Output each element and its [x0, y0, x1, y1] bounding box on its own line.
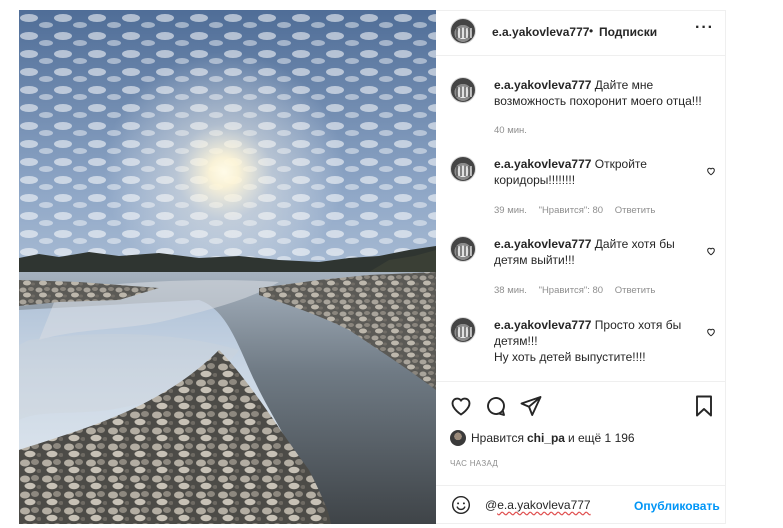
comment-username[interactable]: e.a.yakovleva777: [494, 237, 591, 251]
comment-text: e.a.yakovleva777 Просто хотя бы детям!!!…: [494, 317, 708, 365]
comment-body: Дайте мне: [594, 78, 654, 92]
comment-text: e.a.yakovleva777 Дайте хотя бы детям вый…: [494, 236, 708, 268]
comment-meta: 39 мин. "Нравится": 80 Ответить: [494, 205, 664, 216]
header-separator: •: [589, 24, 594, 38]
comment-input[interactable]: @e.a.yakovleva777: [485, 498, 591, 512]
avatar[interactable]: [450, 236, 476, 262]
comment-body: Ну хоть детей выпустите!!!!: [494, 350, 646, 364]
comment-time[interactable]: 40 мин.: [494, 125, 527, 136]
comment-body: Откройте: [594, 157, 647, 171]
comment-body: коридоры!!!!!!!!: [494, 173, 576, 187]
likes-count[interactable]: и ещё 1 196: [568, 431, 635, 445]
heart-icon[interactable]: [706, 327, 716, 337]
comment-body: Просто хотя бы: [594, 318, 682, 332]
more-icon[interactable]: ···: [695, 19, 714, 37]
avatar[interactable]: [450, 77, 476, 103]
comment-username[interactable]: e.a.yakovleva777: [494, 318, 591, 332]
heart-icon[interactable]: [449, 394, 473, 418]
comment-likes[interactable]: "Нравится": 80: [539, 205, 604, 216]
comment-body: возможность похоронит моего отца!!!: [494, 94, 702, 108]
likes-summary[interactable]: Нравится chi_pa и ещё 1 196: [450, 430, 635, 446]
following-button[interactable]: Подписки: [599, 25, 657, 39]
comment-username[interactable]: e.a.yakovleva777: [494, 157, 591, 171]
post-sidebar: e.a.yakovleva777 • Подписки ··· e.a.yako…: [436, 10, 726, 524]
post-comment-button[interactable]: Опубликовать: [634, 499, 720, 513]
comment-meta: 38 мин. "Нравится": 80 Ответить: [494, 285, 664, 296]
bookmark-icon[interactable]: [693, 394, 715, 418]
avatar: [450, 430, 466, 446]
avatar[interactable]: [450, 18, 476, 44]
divider: [436, 55, 725, 56]
comment-text: e.a.yakovleva777 Откройте коридоры!!!!!!…: [494, 156, 708, 188]
comment-text: e.a.yakovleva777 Дайте мне возможность п…: [494, 77, 708, 109]
action-bar: [436, 394, 725, 418]
comment-time[interactable]: 39 мин.: [494, 205, 527, 216]
post-photo[interactable]: [19, 10, 436, 524]
mention-prefix: @: [485, 498, 498, 512]
comment-icon[interactable]: [484, 394, 508, 418]
post-timestamp[interactable]: ЧАС НАЗАД: [450, 459, 498, 468]
likes-prefix: Нравится: [471, 431, 524, 445]
comment-body: Дайте хотя бы: [594, 237, 675, 251]
divider: [436, 381, 725, 382]
heart-icon[interactable]: [706, 166, 716, 176]
river-landscape-photo: [19, 10, 436, 524]
emoji-icon[interactable]: [451, 495, 471, 515]
likes-user[interactable]: chi_pa: [527, 431, 565, 445]
reply-button[interactable]: Ответить: [615, 285, 656, 296]
reply-button[interactable]: Ответить: [615, 205, 656, 216]
avatar[interactable]: [450, 317, 476, 343]
comment-body: детям!!!: [494, 334, 538, 348]
comment-likes[interactable]: "Нравится": 80: [539, 285, 604, 296]
comment-body: детям выйти!!!: [494, 253, 575, 267]
header-username[interactable]: e.a.yakovleva777: [492, 25, 589, 39]
add-comment-bar: @e.a.yakovleva777 Опубликовать: [436, 485, 725, 525]
comment-time[interactable]: 38 мин.: [494, 285, 527, 296]
comment-meta: 40 мин.: [494, 125, 536, 136]
heart-icon[interactable]: [706, 246, 716, 256]
mention-user: e.a.yakovleva777: [497, 498, 591, 512]
comment-username[interactable]: e.a.yakovleva777: [494, 78, 591, 92]
avatar[interactable]: [450, 156, 476, 182]
post-header: e.a.yakovleva777 • Подписки ···: [436, 11, 725, 55]
share-icon[interactable]: [519, 394, 543, 418]
